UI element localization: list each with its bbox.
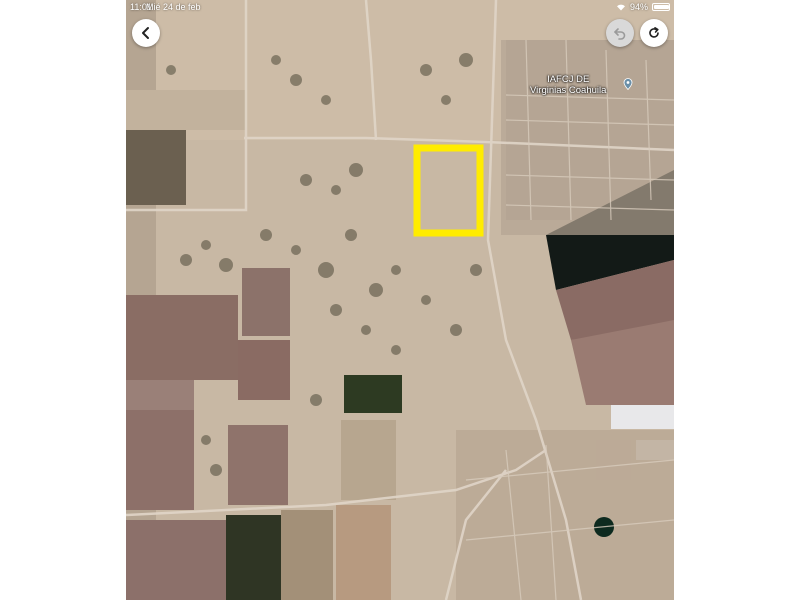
battery-icon	[652, 3, 670, 11]
status-bar: 11:01 Mié 24 de feb 94%	[126, 0, 674, 14]
place-pin-icon[interactable]	[623, 78, 633, 90]
wifi-icon	[616, 4, 625, 11]
status-date: Mié 24 de feb	[146, 2, 201, 12]
status-indicators: 94%	[616, 2, 670, 12]
map-screen[interactable]: 11:01 Mié 24 de feb 94% IAFCJ DE Virgini…	[126, 0, 674, 600]
refresh-button[interactable]	[640, 19, 668, 47]
back-button[interactable]	[132, 19, 160, 47]
battery-percentage: 94%	[629, 2, 648, 12]
battery-fill	[654, 5, 670, 9]
undo-button[interactable]	[606, 19, 634, 47]
poi-label-line2: Virginias Coahuila	[530, 85, 607, 96]
undo-icon	[614, 28, 626, 40]
poi-label[interactable]: IAFCJ DE Virginias Coahuila	[530, 74, 606, 96]
poi-label-line1: IAFCJ DE	[547, 74, 590, 85]
refresh-icon	[649, 27, 659, 38]
chevron-left-icon	[142, 27, 149, 39]
